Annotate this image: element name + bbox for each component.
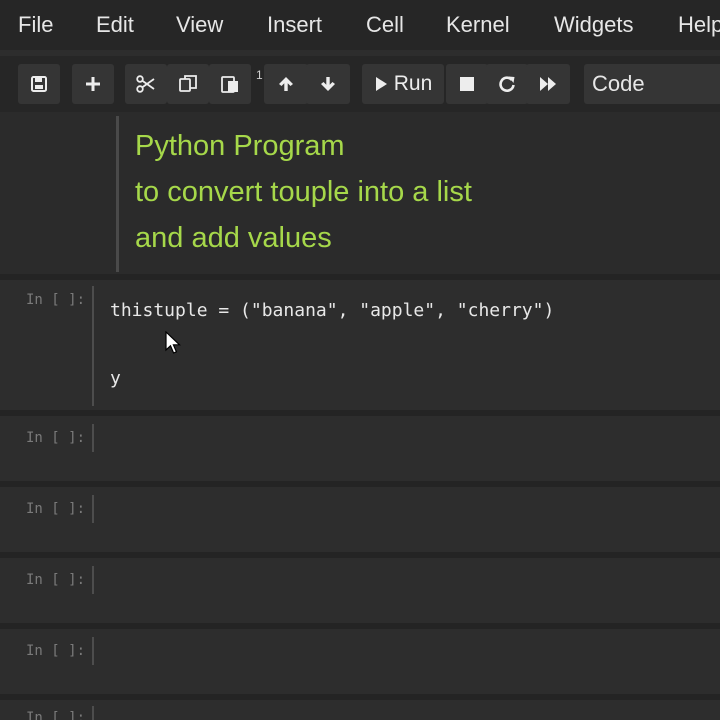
run-label: Run bbox=[393, 72, 433, 95]
code-cell-6[interactable]: In [ ]: bbox=[0, 700, 720, 720]
input-area-border bbox=[92, 286, 94, 406]
cell-prompt: In [ ]: bbox=[26, 501, 86, 517]
scissors-icon bbox=[136, 75, 155, 93]
plus-icon bbox=[86, 77, 100, 91]
markdown-cell[interactable]: Python Program to convert touple into a … bbox=[0, 112, 720, 274]
markdown-line-3: and add values bbox=[135, 222, 332, 254]
menu-insert[interactable]: Insert bbox=[267, 12, 322, 38]
mouse-pointer-icon bbox=[165, 331, 181, 354]
restart-run-all-button[interactable] bbox=[526, 64, 570, 104]
arrow-up-icon bbox=[279, 77, 293, 91]
cell-prompt: In [ ]: bbox=[26, 292, 86, 308]
move-down-button[interactable] bbox=[306, 64, 350, 104]
copy-button[interactable] bbox=[167, 64, 209, 104]
cell-prompt: In [ ]: bbox=[26, 710, 86, 720]
copy-icon bbox=[179, 75, 197, 92]
input-area-border bbox=[92, 637, 94, 665]
input-area-border bbox=[92, 495, 94, 523]
cell-type-select[interactable]: Code bbox=[584, 64, 720, 104]
jupyter-notebook-window: File Edit View Insert Cell Kernel Widget… bbox=[0, 0, 720, 720]
menu-help[interactable]: Help bbox=[678, 12, 720, 38]
paste-button[interactable] bbox=[209, 64, 251, 104]
code-line-1[interactable]: thistuple = ("banana", "apple", "cherry"… bbox=[110, 300, 554, 321]
menu-cell[interactable]: Cell bbox=[366, 12, 404, 38]
code-cell-2[interactable]: In [ ]: bbox=[0, 416, 720, 481]
notebook-area: Python Program to convert touple into a … bbox=[0, 112, 720, 720]
arrow-down-icon bbox=[321, 77, 335, 91]
code-cell-3[interactable]: In [ ]: bbox=[0, 487, 720, 552]
restart-icon bbox=[499, 76, 515, 92]
code-cell-4[interactable]: In [ ]: bbox=[0, 558, 720, 623]
cell-prompt: In [ ]: bbox=[26, 430, 86, 446]
menu-widgets[interactable]: Widgets bbox=[554, 12, 633, 38]
stop-icon bbox=[460, 77, 474, 91]
toolbar: 1 Run Code bbox=[0, 56, 720, 112]
insert-cell-button[interactable] bbox=[72, 64, 114, 104]
interrupt-kernel-button[interactable] bbox=[446, 64, 488, 104]
menu-kernel[interactable]: Kernel bbox=[446, 12, 510, 38]
fast-forward-icon bbox=[540, 77, 556, 91]
save-icon bbox=[31, 76, 47, 92]
code-line-3[interactable]: y bbox=[110, 368, 121, 389]
move-up-button[interactable] bbox=[264, 64, 308, 104]
menu-file[interactable]: File bbox=[18, 12, 53, 38]
markdown-line-1: Python Program bbox=[135, 130, 345, 162]
markdown-line-2: to convert touple into a list bbox=[135, 176, 472, 208]
input-area-border bbox=[92, 566, 94, 594]
cut-button[interactable] bbox=[125, 64, 167, 104]
markdown-cell-border bbox=[116, 116, 119, 272]
code-cell-5[interactable]: In [ ]: bbox=[0, 629, 720, 694]
restart-kernel-button[interactable] bbox=[486, 64, 528, 104]
input-area-border bbox=[92, 424, 94, 452]
code-cell-1[interactable]: In [ ]: thistuple = ("banana", "apple", … bbox=[0, 280, 720, 410]
play-icon bbox=[375, 77, 387, 91]
run-button[interactable]: Run bbox=[362, 64, 444, 104]
cell-prompt: In [ ]: bbox=[26, 572, 86, 588]
paste-count-badge: 1 bbox=[256, 68, 263, 82]
paste-icon bbox=[221, 76, 238, 93]
cell-prompt: In [ ]: bbox=[26, 643, 86, 659]
menu-bar: File Edit View Insert Cell Kernel Widget… bbox=[0, 0, 720, 50]
menu-edit[interactable]: Edit bbox=[96, 12, 134, 38]
menu-view[interactable]: View bbox=[176, 12, 223, 38]
save-button[interactable] bbox=[18, 64, 60, 104]
input-area-border bbox=[92, 706, 94, 720]
